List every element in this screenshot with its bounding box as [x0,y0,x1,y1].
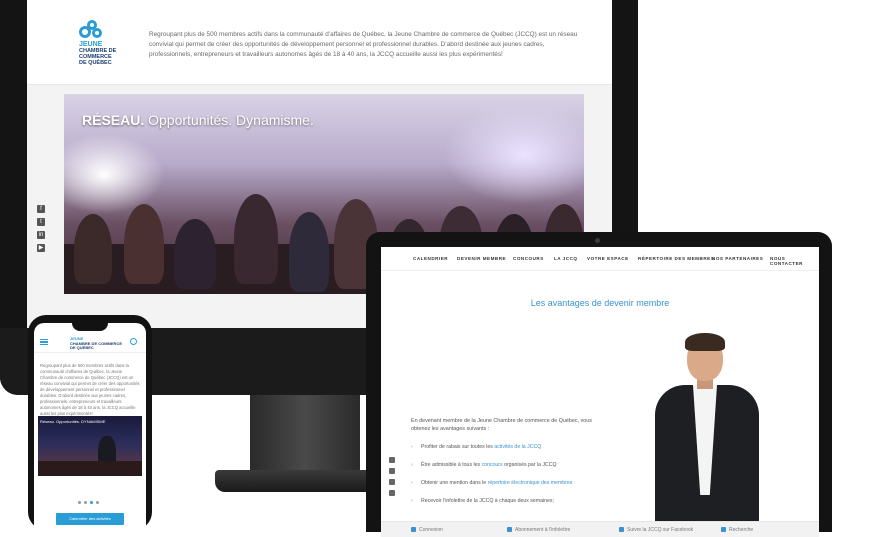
benefit-item: Profiter de rabais sur toutes les activi… [411,443,641,451]
laptop-screen: CALENDRIER DEVENIR MEMBRE CONCOURS LA JC… [381,247,819,537]
benefits-intro: En devenant membre de la Jeune Chambre d… [411,418,592,432]
footer-recherche[interactable]: Recherche [729,527,753,533]
nav-partenaires[interactable]: NOS PARTENAIRES [712,256,763,261]
phone-hero-caption: Réseau. Opportunités. DYNAMISME [40,419,106,424]
linkedin-icon[interactable] [389,479,395,485]
benefit-link[interactable]: répertoire électronique des membres [488,480,573,486]
footer-facebook[interactable]: Suivre la JCCQ sur Facebook [627,527,693,533]
phone-notch [72,323,108,331]
logo-line2: CHAMBRE DE COMMERCE [79,48,117,60]
jccq-logo[interactable]: JEUNE CHAMBRE DE COMMERCE DE QUÉBEC [69,18,129,78]
footer-connexion[interactable]: Connexion [419,527,443,533]
phone-device: JEUNE CHAMBRE DE COMMERCE DE QUÉBEC Regr… [28,315,152,533]
benefit-item: Obtenir une mention dans le répertoire é… [411,479,641,487]
monitor-stand-neck [250,395,360,475]
desktop-hero-caption: RÉSEAU. Opportunités. Dynamisme. [82,112,314,128]
nav-contacter[interactable]: NOUS CONTACTER [770,256,819,266]
benefit-link[interactable]: concours [482,462,503,468]
search-icon [721,527,726,532]
benefit-link[interactable]: activités de la JCCQ [494,444,541,450]
laptop-footer-bar: Connexion Abonnement à l’infolettre Suiv… [381,521,819,537]
youtube-icon[interactable] [389,490,395,496]
laptop-device: CALENDRIER DEVENIR MEMBRE CONCOURS LA JC… [366,232,832,537]
businessman-photo [649,333,769,537]
phone-logo[interactable]: JEUNE CHAMBRE DE COMMERCE DE QUÉBEC [70,336,122,351]
hero-caption-bold: RÉSEAU. [82,112,145,128]
newsletter-icon [507,527,512,532]
desktop-site-header: JEUNE CHAMBRE DE COMMERCE DE QUÉBEC Regr… [27,0,612,85]
desktop-social-icons: f t in ▶ [37,205,49,257]
calendar-button[interactable]: Calendrier des activités [56,513,124,525]
youtube-icon[interactable]: ▶ [37,244,45,252]
facebook-icon [619,527,624,532]
search-icon[interactable] [130,338,137,345]
nav-devenir-membre[interactable]: DEVENIR MEMBRE [457,256,506,261]
phone-intro-text: Regroupant plus de 500 membres actifs da… [40,363,140,416]
login-icon [411,527,416,532]
phone-screen: JEUNE CHAMBRE DE COMMERCE DE QUÉBEC Regr… [34,323,146,533]
laptop-page-title: Les avantages de devenir membre [530,298,670,308]
nav-calendrier[interactable]: CALENDRIER [413,256,448,261]
footer-infolettre[interactable]: Abonnement à l’infolettre [515,527,570,533]
logo-text: JEUNE CHAMBRE DE COMMERCE DE QUÉBEC [79,41,139,66]
benefit-item: Recevoir l’infolettre de la JCCQ à chaqu… [411,497,641,505]
phone-header: JEUNE CHAMBRE DE COMMERCE DE QUÉBEC [34,333,146,353]
benefits-list: Profiter de rabais sur toutes les activi… [411,443,641,515]
nav-la-jccq[interactable]: LA JCCQ [554,256,578,261]
nav-concours[interactable]: CONCOURS [513,256,544,261]
benefit-item: Être admissible à tous les concours orga… [411,461,641,469]
hamburger-menu-icon[interactable] [40,339,48,345]
hero-caption-rest: Opportunités. Dynamisme. [144,112,314,128]
nav-votre-espace[interactable]: VOTRE ESPACE [587,256,629,261]
twitter-icon[interactable] [389,468,395,474]
nav-repertoire[interactable]: RÉPERTOIRE DES MEMBRES [638,256,714,261]
desktop-intro-text: Regroupant plus de 500 membres actifs da… [149,31,578,58]
laptop-camera [595,238,600,243]
laptop-social-icons [389,457,397,501]
facebook-icon[interactable]: f [37,205,45,213]
carousel-dots[interactable] [78,491,102,509]
twitter-icon[interactable]: t [37,218,45,226]
linkedin-icon[interactable]: in [37,231,45,239]
laptop-nav: CALENDRIER DEVENIR MEMBRE CONCOURS LA JC… [381,247,819,271]
logo-line3: DE QUÉBEC [79,60,112,66]
facebook-icon[interactable] [389,457,395,463]
phone-hero-image: Réseau. Opportunités. DYNAMISME [38,416,142,476]
